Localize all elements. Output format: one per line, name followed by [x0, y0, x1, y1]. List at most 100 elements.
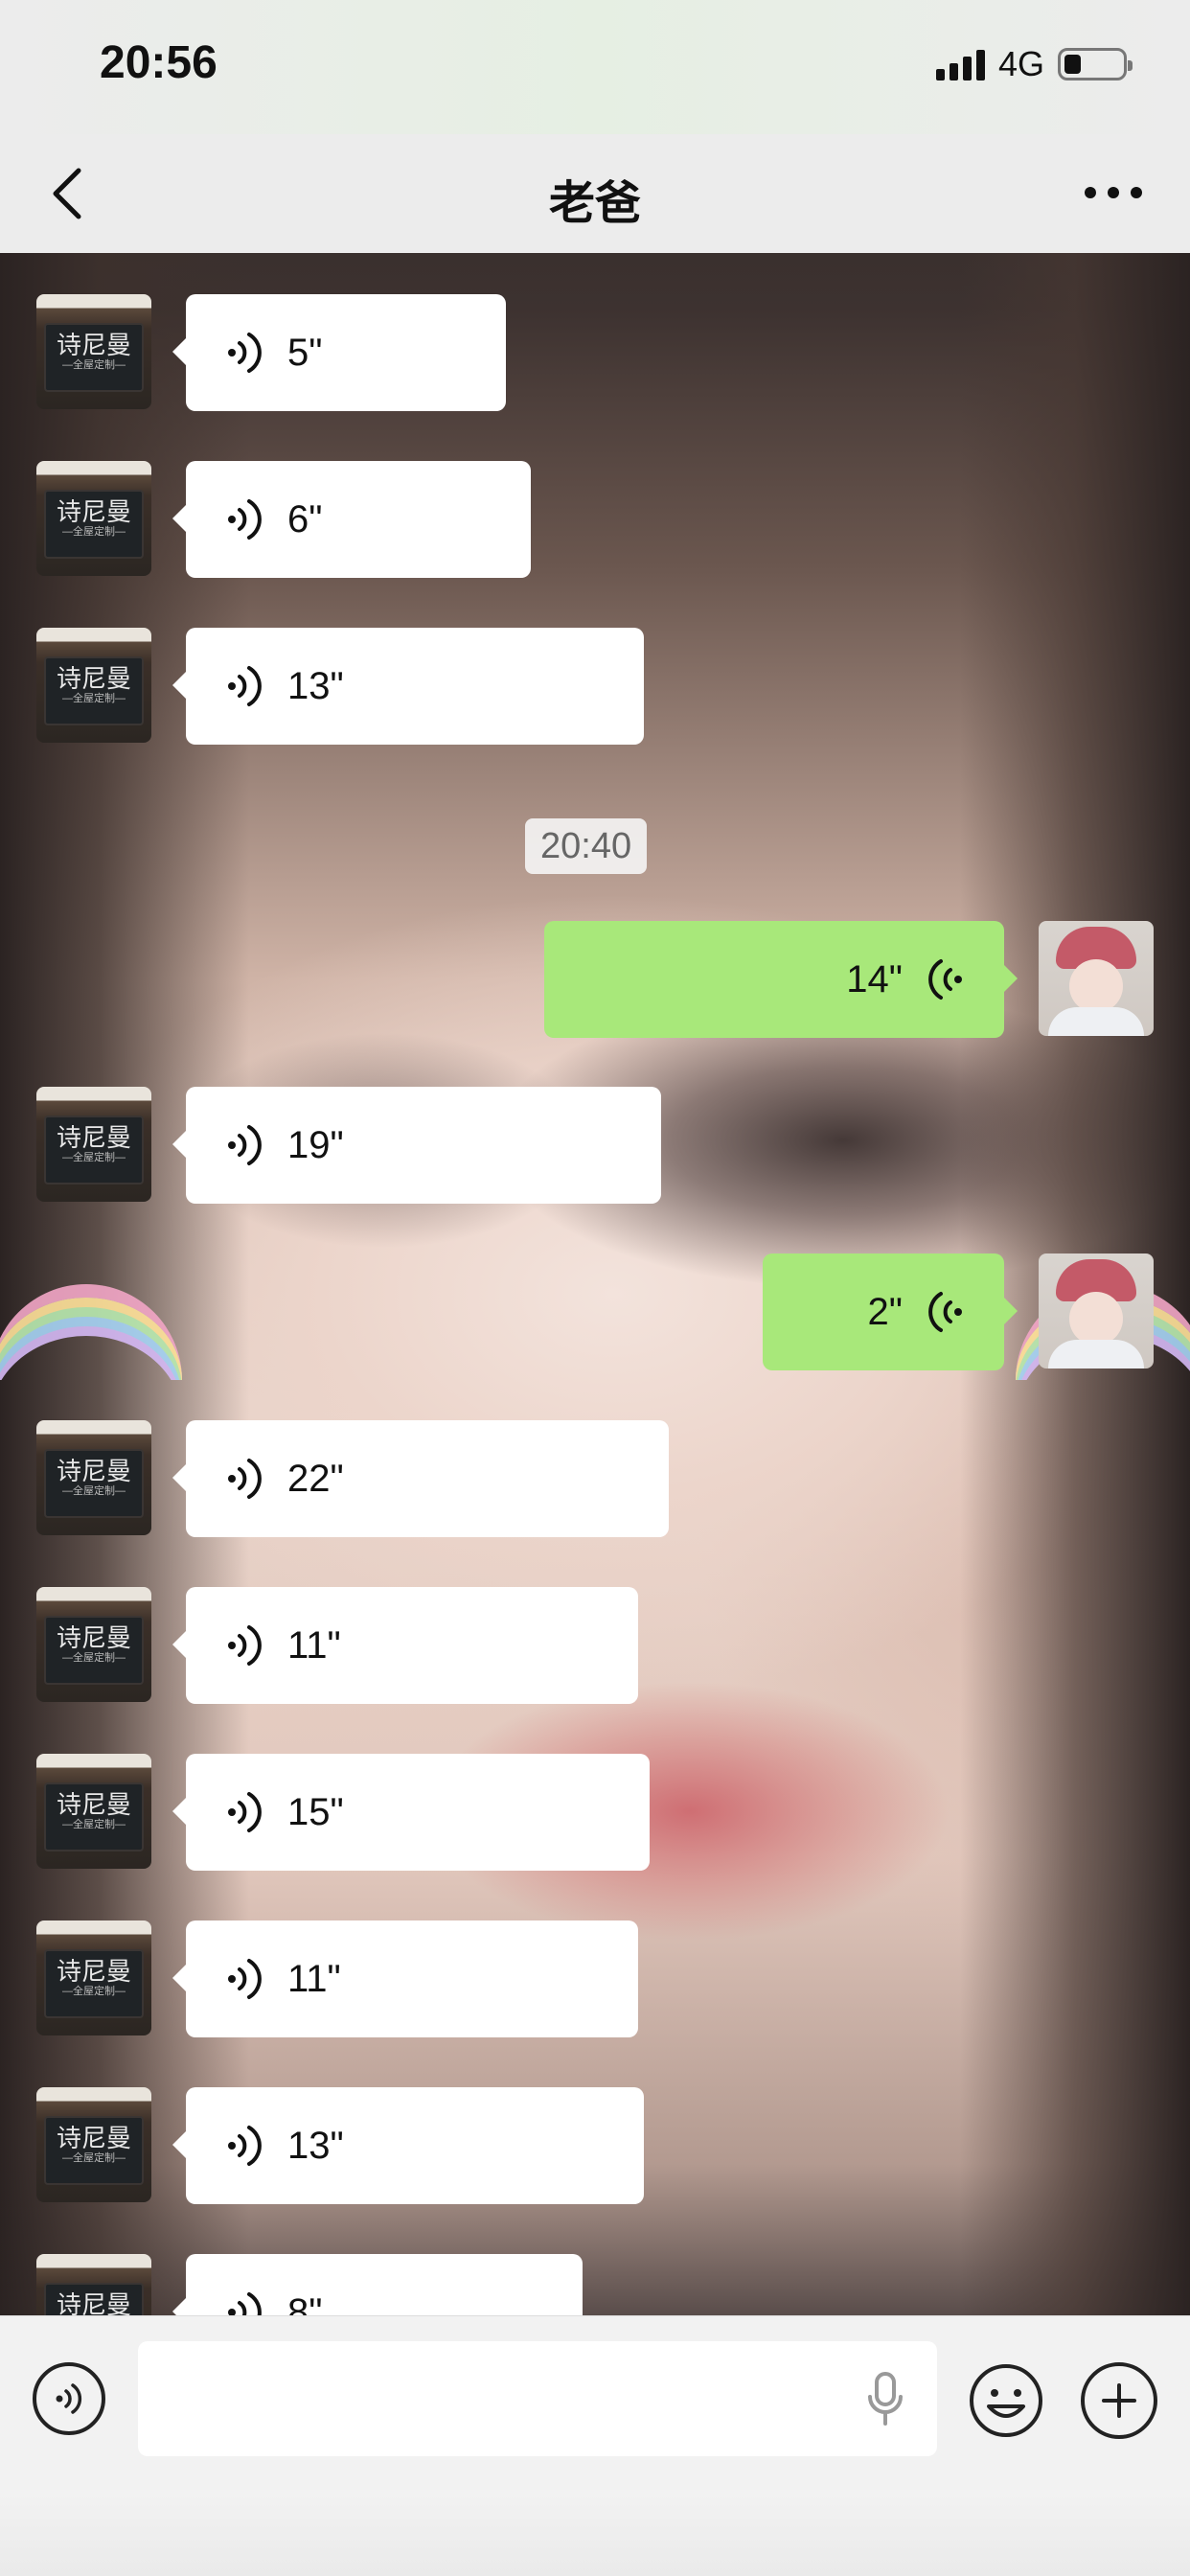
status-time: 20:56	[100, 37, 217, 88]
avatar-brand-text: 诗尼曼	[56, 1457, 131, 1485]
avatar-brand-text: 诗尼曼	[56, 497, 131, 526]
voice-duration: 14"	[846, 957, 903, 1000]
avatar-brand-text: 诗尼曼	[56, 1957, 131, 1986]
incoming-message-row: 诗尼曼 —全屋定制— 15"	[0, 1754, 1190, 1871]
avatar-brand-text: 诗尼曼	[56, 1123, 131, 1152]
battery-level	[1064, 55, 1082, 74]
avatar-tagline-text: —全屋定制—	[62, 1986, 126, 1997]
incoming-message-row: 诗尼曼—全屋定制— 8"	[0, 2254, 1190, 2315]
avatar-store-sign: 诗尼曼—全屋定制—	[44, 1116, 144, 1184]
voice-playback-icon	[228, 499, 262, 540]
signal-icon	[935, 48, 985, 80]
voice-playback-icon	[928, 1292, 962, 1332]
voice-message-bubble[interactable]: 13"	[172, 628, 644, 745]
voice-message-bubble-sent[interactable]: 2"	[763, 1254, 1018, 1370]
voice-duration: 8"	[287, 2290, 323, 2316]
contact-avatar[interactable]: 诗尼曼—全屋定制—	[36, 461, 151, 576]
microphone-icon[interactable]	[864, 2370, 906, 2427]
contact-avatar[interactable]: 诗尼曼—全屋定制—	[36, 2254, 151, 2315]
voice-playback-icon	[228, 1459, 262, 1499]
voice-playback-icon	[228, 2126, 262, 2166]
avatar-tagline-text: —全屋定制—	[62, 693, 126, 704]
contact-avatar[interactable]: 诗尼曼—全屋定制—	[36, 628, 151, 743]
incoming-message-row: 诗尼曼 —全屋定制— 13"	[0, 2087, 1190, 2204]
voice-duration: 22"	[287, 1457, 344, 1500]
timestamp-separator: 20:40	[525, 818, 648, 874]
contact-avatar[interactable]: 诗尼曼—全屋定制—	[36, 2087, 151, 2202]
voice-duration: 5"	[287, 331, 323, 374]
avatar-tagline-text: —全屋定制—	[62, 2152, 126, 2164]
voice-duration: 11"	[287, 1957, 341, 2000]
avatar-face	[1069, 959, 1123, 1013]
voice-duration: 11"	[287, 1623, 341, 1667]
outgoing-message-row: 14"	[0, 921, 1190, 1038]
more-dot	[1131, 187, 1142, 198]
plus-button[interactable]	[1081, 2362, 1157, 2439]
voice-message-bubble[interactable]: 11"	[172, 1920, 638, 2037]
avatar-coat	[1048, 1007, 1144, 1036]
voice-toggle-button[interactable]	[33, 2362, 105, 2435]
voice-message-bubble[interactable]: 6"	[172, 461, 531, 578]
incoming-message-row: 诗尼曼 —全屋定制— 11"	[0, 1920, 1190, 2037]
contact-avatar[interactable]: 诗尼曼—全屋定制—	[36, 1920, 151, 2036]
voice-message-bubble[interactable]: 15"	[172, 1754, 650, 1871]
contact-avatar[interactable]: 诗尼曼—全屋定制—	[36, 1087, 151, 1202]
contact-avatar[interactable]: 诗尼曼—全屋定制—	[36, 1420, 151, 1535]
message-input[interactable]	[138, 2341, 937, 2456]
voice-playback-icon	[228, 1959, 262, 1999]
voice-duration: 13"	[287, 2124, 344, 2167]
voice-message-bubble[interactable]: 19"	[172, 1087, 661, 1204]
nav-bar: 老爸	[0, 134, 1190, 253]
status-indicators: 4G	[935, 44, 1133, 84]
contact-avatar[interactable]: 诗尼曼—全屋定制—	[36, 294, 151, 409]
incoming-message-row: 诗尼曼 —全屋定制— 13"	[0, 628, 1190, 745]
incoming-message-row: 诗尼曼 —全屋定制— 19"	[0, 1087, 1190, 1204]
more-dot	[1085, 187, 1096, 198]
avatar-store-sign: 诗尼曼—全屋定制—	[44, 1782, 144, 1852]
voice-duration: 19"	[287, 1123, 344, 1166]
more-button[interactable]	[1085, 178, 1142, 207]
avatar-store-sign: 诗尼曼—全屋定制—	[44, 2116, 144, 2185]
avatar-brand-text: 诗尼曼	[56, 331, 131, 359]
status-bar: 20:56 4G	[0, 0, 1190, 134]
voice-message-bubble[interactable]: 22"	[172, 1420, 669, 1537]
avatar-brand-text: 诗尼曼	[56, 664, 131, 693]
voice-playback-icon	[228, 1792, 262, 1832]
avatar-tagline-text: —全屋定制—	[62, 1652, 126, 1664]
voice-playback-icon	[228, 333, 262, 373]
avatar-brand-text: 诗尼曼	[56, 1623, 131, 1652]
bottom-safe-area	[0, 2492, 1190, 2576]
avatar-store-sign: 诗尼曼—全屋定制—	[44, 2283, 144, 2315]
emoji-icon	[970, 2364, 1042, 2437]
network-type: 4G	[997, 44, 1044, 83]
avatar-store-sign: 诗尼曼—全屋定制—	[44, 1949, 144, 2018]
voice-playback-icon	[228, 666, 262, 706]
my-avatar[interactable]	[1039, 921, 1154, 1036]
voice-duration: 13"	[287, 664, 344, 707]
voice-message-bubble-sent[interactable]: 14"	[544, 921, 1018, 1038]
contact-avatar[interactable]: 诗尼曼—全屋定制—	[36, 1754, 151, 1869]
avatar-store-sign: 诗尼曼—全屋定制—	[44, 1449, 144, 1518]
avatar-coat	[1048, 1340, 1144, 1368]
chat-message-list[interactable]: 诗尼曼 —全屋定制— 5" 诗尼曼 —全屋定制— 6" 诗尼曼 —全屋定制— 13" 20:40 1…	[0, 253, 1190, 2315]
avatar-store-sign: 诗尼曼—全屋定制—	[44, 1616, 144, 1685]
voice-duration: 6"	[287, 497, 323, 540]
voice-playback-icon	[228, 1625, 262, 1666]
voice-message-bubble[interactable]: 5"	[172, 294, 506, 411]
avatar-face	[1069, 1292, 1123, 1346]
avatar-brand-text: 诗尼曼	[56, 2290, 131, 2315]
avatar-store-sign: 诗尼曼—全屋定制—	[44, 490, 144, 559]
outgoing-message-row: 2"	[0, 1254, 1190, 1370]
contact-avatar[interactable]: 诗尼曼—全屋定制—	[36, 1587, 151, 1702]
voice-playback-icon	[928, 959, 962, 1000]
my-avatar[interactable]	[1039, 1254, 1154, 1368]
voice-message-bubble[interactable]: 13"	[172, 2087, 644, 2204]
voice-message-bubble[interactable]: 11"	[172, 1587, 638, 1704]
avatar-tagline-text: —全屋定制—	[62, 359, 126, 371]
incoming-message-row: 诗尼曼 —全屋定制— 22"	[0, 1420, 1190, 1537]
voice-duration: 2"	[867, 1290, 903, 1333]
incoming-message-row: 诗尼曼 —全屋定制— 11"	[0, 1587, 1190, 1704]
voice-message-bubble[interactable]: 8"	[172, 2254, 583, 2316]
emoji-button[interactable]	[968, 2362, 1044, 2439]
avatar-tagline-text: —全屋定制—	[62, 1485, 126, 1497]
